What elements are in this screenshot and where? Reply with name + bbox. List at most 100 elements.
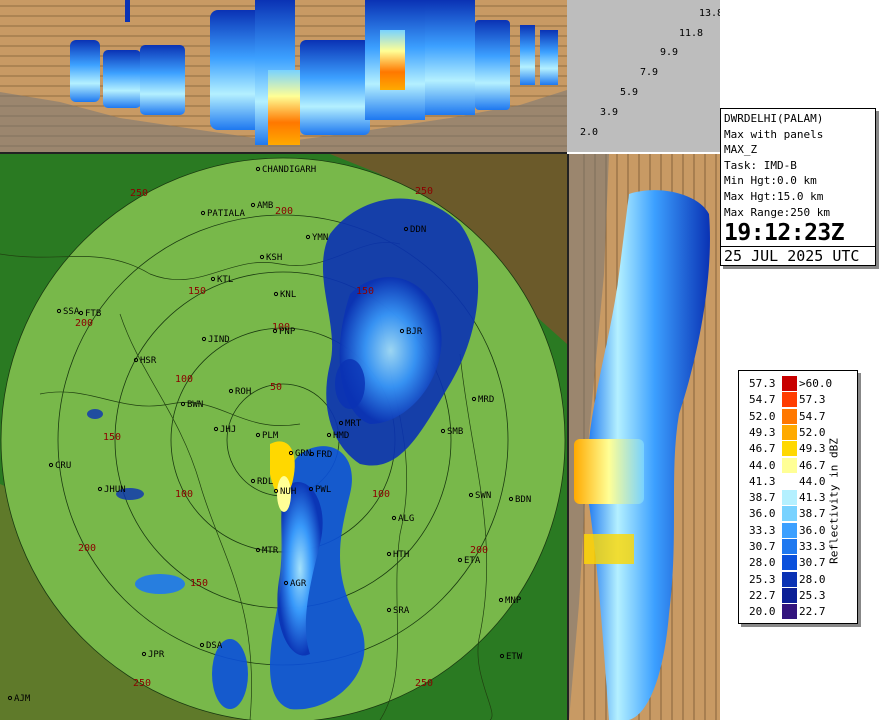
range-label-250-sw: 250 [133,678,151,689]
range-label-150-w: 150 [103,432,121,443]
city-label: HTH [393,550,409,560]
radar-map[interactable]: 50 100 150 200 250 250 150 100 200 150 1… [0,154,569,720]
top-cross-section-panel [0,0,567,154]
range-label-200-sw: 200 [78,543,96,554]
range-label-150: 150 [188,286,206,297]
height-label-3.9: 3.9 [600,107,619,118]
legend-high: 28.0 [799,572,826,586]
legend-row: 22.7 25.3 [739,587,857,604]
legend-swatch [782,555,797,571]
legend-high: 49.3 [799,442,826,456]
legend-high: 33.3 [799,540,826,553]
legend-swatch [782,473,797,489]
legend-swatch [782,506,797,522]
city-label: SSA [63,307,80,317]
height-label-9.9: 9.9 [660,47,679,58]
legend-row: 25.3 28.0 [739,571,857,588]
task-name: Task: IMD-B [724,158,797,172]
legend-low: 36.0 [749,507,776,521]
legend-high: 44.0 [799,474,826,488]
legend-high: 46.7 [799,458,826,472]
legend-swatch [782,376,797,391]
top-cross-section-graphic [0,0,567,152]
city-label: ROH [235,387,251,397]
range-label-100-w: 100 [175,374,193,385]
range-label-150-s: 150 [190,578,208,589]
radar-map-graphic: 50 100 150 200 250 250 150 100 200 150 1… [0,154,567,720]
city-label: AGR [290,579,307,589]
city-label: PNP [279,327,296,337]
city-label: FRD [316,450,332,460]
observation-time: 19:12:23Z [724,220,845,247]
legend-title: Reflectivity in dBZ [827,438,841,564]
legend-low: 22.7 [749,588,776,602]
city-label: SMB [447,427,463,437]
range-label-100-se: 100 [372,489,390,500]
city-label: KNL [280,290,296,300]
legend-swatch [782,587,797,603]
legend-swatch [782,457,797,473]
city-label: PLM [262,431,279,441]
reflectivity-legend: 57.3 >60.0 54.7 57.3 52.0 54.7 49.3 52.0 46.7 49.… [738,370,858,624]
city-label: PATIALA [207,209,246,219]
city-label: GRN [295,449,311,459]
legend-high: 22.7 [799,605,826,619]
city-label: ALG [398,514,414,524]
city-label: DSA [206,641,223,651]
range-label-100-sw: 100 [175,489,193,500]
legend-low: 28.0 [749,556,776,570]
legend-row: 52.0 54.7 [739,408,857,425]
range-label-250: 250 [130,188,148,199]
legend-swatch [782,571,797,587]
city-label: PWL [315,485,331,495]
height-label-13.8: 13.8 [699,8,720,19]
range-label-250-ne: 250 [415,186,433,197]
legend-low: 30.7 [749,540,776,553]
city-label: NUH [280,487,296,497]
legend-high: 57.3 [799,393,826,407]
range-label-50: 50 [270,382,282,393]
product-info-box: DWRDELHI(PALAM) Max with panels MAX_Z Ta… [720,108,876,266]
legend-high: 36.0 [799,523,826,537]
height-scale-panel: 13.8 11.8 9.9 7.9 5.9 3.9 2.0 [567,0,720,152]
city-label: SWN [475,491,491,501]
legend-high: 54.7 [799,409,826,423]
legend-high: 25.3 [799,588,826,602]
legend-high: 41.3 [799,491,826,505]
legend-swatch [782,604,797,620]
legend-row: 54.7 57.3 [739,391,857,408]
city-label: SRA [393,606,410,616]
city-label: CHANDIGARH [262,165,316,175]
city-label: MRD [478,395,494,405]
city-label: BJR [406,327,423,337]
legend-row: 20.0 22.7 [739,603,857,620]
city-label: JHUN [104,485,126,495]
product-code: MAX_Z [724,143,758,157]
city-label: MNP [505,596,522,606]
max-range: Max Range:250 km [724,205,830,219]
legend-low: 33.3 [749,523,776,537]
legend-swatch [782,539,797,554]
range-label-200-w: 200 [75,318,93,329]
city-label: FTB [85,309,101,319]
range-label-250-se: 250 [415,678,433,689]
legend-high: 30.7 [799,556,826,570]
legend-swatch [782,424,797,440]
range-label-150-ne: 150 [356,286,374,297]
height-label-5.9: 5.9 [620,87,639,98]
legend-swatch [782,392,797,408]
city-label: MTR [262,546,279,556]
city-label: KSH [266,253,282,263]
min-height: Min Hgt:0.0 km [724,174,817,188]
legend-low: 57.3 [749,377,776,390]
height-label-2.0: 2.0 [580,127,599,138]
legend-high: >60.0 [799,377,833,390]
city-label: YMN [312,233,328,243]
legend-low: 49.3 [749,425,776,439]
city-label: ETA [464,556,481,566]
max-height: Max Hgt:15.0 km [724,189,824,203]
legend-swatch [782,408,797,424]
legend-row: 57.3 >60.0 [739,375,857,392]
legend-swatch [782,441,797,457]
city-label: AJM [14,694,31,704]
